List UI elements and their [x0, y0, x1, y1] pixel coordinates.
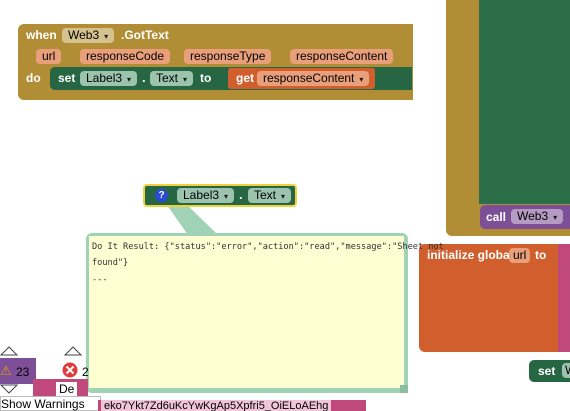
warning-icon: ⚠ [0, 363, 12, 378]
set-property-label: Text [156, 71, 179, 85]
get-block[interactable]: get responseContent ▾ [228, 68, 375, 89]
event-component-label: Web3 [68, 28, 100, 42]
do-it-result-bubble: Do It Result: {"status":"error","action"… [86, 233, 444, 393]
chevron-down-icon: ▾ [127, 75, 132, 84]
show-warnings-label: Show Warnings [1, 397, 85, 411]
url-text-value: eko7Ykt7Zd6uKcYwKgAp5Xpfri5_OiELoAEhg [101, 400, 332, 411]
event-when-label: when [26, 28, 57, 42]
getter-component-label: Label3 [183, 188, 220, 202]
chevron-down-icon: ▾ [183, 75, 188, 84]
param-responseType[interactable]: responseType [184, 49, 272, 64]
call-component-dropdown[interactable]: Web3 ▾ [511, 209, 564, 224]
warning-count: 23 [16, 365, 30, 379]
result-line-2: found"} [92, 258, 129, 268]
event-component-dropdown[interactable]: Web3 ▾ [62, 28, 115, 43]
set-text-block[interactable]: set Label3 ▾ . Text ▾ to get responseConte… [50, 67, 412, 90]
set-partial-component[interactable]: W [562, 363, 570, 378]
param-responseType-label: responseType [190, 49, 266, 63]
chevron-down-icon: ▾ [359, 75, 364, 84]
chevron-down-icon: ▾ [224, 192, 229, 201]
chevron-down-icon: ▾ [281, 192, 286, 201]
resize-handle[interactable] [400, 385, 408, 393]
init-global-socket [558, 244, 570, 352]
set-component-dropdown[interactable]: Label3 ▾ [80, 71, 138, 86]
call-block[interactable]: call Web3 ▾ [480, 205, 570, 229]
set-partial-label: set [538, 364, 556, 378]
set-component-label: Label3 [86, 71, 123, 85]
get-label: get [236, 71, 254, 85]
getter-property-dropdown[interactable]: Text ▾ [248, 188, 292, 203]
get-var-dropdown[interactable]: responseContent ▾ [257, 71, 370, 86]
result-line-1: Do It Result: {"status":"error","action"… [92, 242, 444, 252]
do-it-result-text: Do It Result: {"status":"error","action"… [89, 236, 444, 388]
url-text-block[interactable]: eko7Ykt7Zd6uKcYwKgAp5Xpfri5_OiELoAEhg [98, 400, 366, 411]
set-label: set [58, 71, 76, 85]
floating-getter-block[interactable]: ? Label3 ▾ . Text ▾ [143, 184, 297, 207]
getter-property-label: Text [254, 188, 277, 202]
param-responseCode-label: responseCode [86, 49, 165, 63]
init-global-var-label: url [513, 248, 527, 262]
set-dot: . [142, 70, 146, 85]
param-url-label: url [42, 49, 56, 63]
init-global-var[interactable]: url [509, 248, 531, 263]
url-text-label: eko7Ykt7Zd6uKcYwKgAp5Xpfri5_OiELoAEhg [104, 400, 329, 411]
param-url[interactable]: url [36, 49, 62, 64]
getter-component-dropdown[interactable]: Label3 ▾ [177, 188, 235, 203]
help-icon[interactable]: ? [155, 189, 168, 202]
event-handler-block[interactable]: when Web3 ▾ .GotText url responseCode res… [18, 24, 413, 100]
chevron-down-icon: ▾ [104, 32, 109, 41]
get-var-label: responseContent [263, 71, 355, 85]
set-partial-component-label: W [565, 363, 570, 377]
set-to-label: to [200, 71, 212, 85]
set-block-partial[interactable]: set W [529, 360, 570, 382]
error-count: 2 [82, 365, 89, 379]
call-label: call [486, 210, 507, 224]
event-name-label: .GotText [121, 28, 169, 42]
error-toggle-up-icon[interactable] [64, 346, 82, 356]
param-responseContent[interactable]: responseContent [290, 49, 394, 64]
set-property-dropdown[interactable]: Text ▾ [150, 71, 194, 86]
help-icon-glyph: ? [158, 190, 165, 201]
canvas-green-area [479, 0, 570, 204]
event-do-label: do [26, 71, 41, 85]
warning-toggle-down-icon[interactable] [0, 384, 18, 394]
warning-toggle-up-icon[interactable] [0, 346, 18, 356]
init-global-block[interactable]: initialize global url to [419, 244, 570, 352]
error-icon [62, 362, 78, 378]
result-line-3: --- [92, 275, 108, 285]
init-global-to: to [535, 248, 547, 262]
getter-dot: . [239, 187, 243, 202]
param-responseContent-label: responseContent [296, 49, 388, 63]
show-warnings-button[interactable]: Show Warnings [0, 396, 101, 411]
param-responseCode[interactable]: responseCode [80, 49, 171, 64]
chevron-down-icon: ▾ [553, 213, 558, 222]
dismiss-label[interactable]: De [56, 382, 78, 396]
call-component-label: Web3 [517, 209, 549, 223]
